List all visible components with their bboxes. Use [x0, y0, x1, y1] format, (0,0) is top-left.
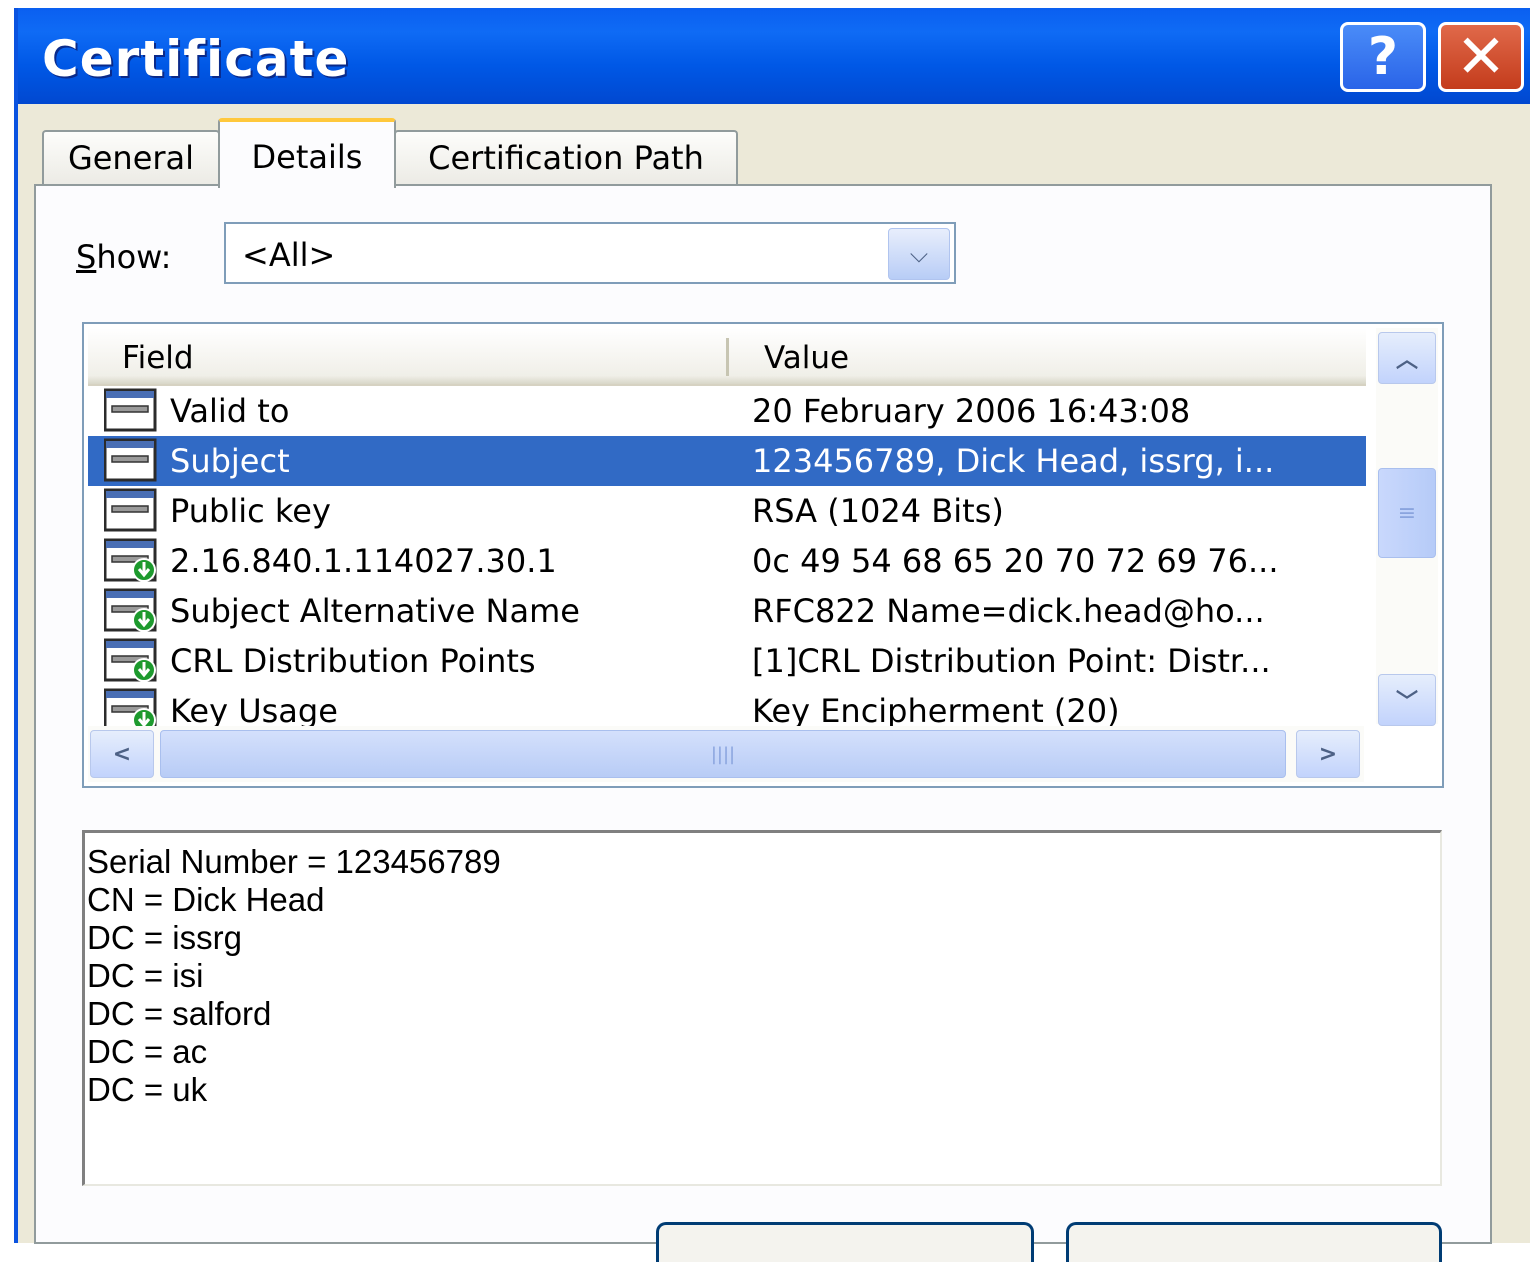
column-divider[interactable]	[726, 338, 729, 376]
field-name: CRL Distribution Points	[170, 642, 536, 680]
field-name: Key Usage	[170, 692, 338, 730]
field-value: [1]CRL Distribution Point: Distr...	[752, 642, 1271, 680]
show-dropdown-value: <All>	[242, 236, 336, 274]
detail-line: DC = isi	[87, 957, 204, 994]
list-item[interactable]: Subject 123456789, Dick Head, issrg, i...	[88, 436, 1366, 486]
horizontal-scroll-thumb[interactable]: ||||	[160, 730, 1286, 778]
field-name: 2.16.840.1.114027.30.1	[170, 542, 557, 580]
scroll-left-button[interactable]: <	[90, 730, 154, 778]
field-value: 123456789, Dick Head, issrg, i...	[752, 442, 1275, 480]
column-header-value[interactable]: Value	[764, 340, 849, 376]
field-name: Subject Alternative Name	[170, 592, 580, 630]
field-name: Valid to	[170, 392, 290, 430]
show-label-accesskey: S	[76, 238, 97, 276]
detail-line: DC = salford	[87, 995, 272, 1032]
help-icon: ?	[1367, 27, 1399, 87]
grip-icon: ≡	[1397, 500, 1417, 526]
dropdown-arrow-button[interactable]: ⌵	[888, 228, 950, 280]
column-header-field[interactable]: Field	[122, 340, 194, 376]
show-label: Show:	[76, 238, 171, 276]
listview-header: Field Value	[88, 328, 1366, 386]
certificate-extension-icon	[103, 588, 160, 632]
field-value: 0c 49 54 68 65 20 70 72 69 76...	[752, 542, 1279, 580]
fields-listview[interactable]: Field Value Valid to 20 February 2006 16:…	[82, 322, 1444, 788]
list-item[interactable]: Valid to 20 February 2006 16:43:08	[88, 386, 1366, 436]
list-item[interactable]: CRL Distribution Points [1]CRL Distributi…	[88, 636, 1366, 686]
scroll-down-button[interactable]: ﹀	[1378, 674, 1436, 726]
field-name: Public key	[170, 492, 331, 530]
tab-details[interactable]: Details	[218, 118, 396, 188]
detail-line: DC = uk	[87, 1071, 208, 1108]
show-label-text: how:	[96, 238, 172, 276]
list-item[interactable]: Subject Alternative Name RFC822 Name=dick…	[88, 586, 1366, 636]
chevron-right-icon: >	[1318, 741, 1338, 767]
certificate-field-icon	[103, 388, 160, 432]
tab-general[interactable]: General	[42, 130, 220, 184]
scroll-up-button[interactable]: ︿	[1378, 332, 1436, 384]
field-value: RSA (1024 Bits)	[752, 492, 1004, 530]
vertical-scrollbar[interactable]: ︿ ≡ ﹀	[1376, 328, 1438, 726]
close-icon: ✕	[1455, 22, 1507, 92]
field-name: Subject	[170, 442, 290, 480]
field-value: Key Encipherment (20)	[752, 692, 1120, 730]
chevron-left-icon: <	[112, 741, 132, 767]
certificate-field-icon	[103, 438, 160, 482]
tab-certification-path[interactable]: Certification Path	[394, 130, 738, 184]
copy-to-file-button[interactable]	[1066, 1222, 1442, 1262]
detail-line: CN = Dick Head	[87, 881, 325, 918]
detail-line: Serial Number = 123456789	[87, 843, 501, 880]
list-item[interactable]: 2.16.840.1.114027.30.1 0c 49 54 68 65 20 …	[88, 536, 1366, 586]
close-button[interactable]: ✕	[1438, 22, 1524, 92]
show-dropdown[interactable]: <All> ⌵	[224, 222, 956, 284]
field-value: 20 February 2006 16:43:08	[752, 392, 1191, 430]
chevron-up-icon: ︿	[1395, 348, 1418, 373]
vertical-scroll-thumb[interactable]: ≡	[1378, 468, 1436, 558]
help-button[interactable]: ?	[1340, 22, 1426, 92]
field-value: RFC822 Name=dick.head@ho...	[752, 592, 1265, 630]
chevron-down-icon: ﹀	[1395, 690, 1418, 715]
detail-line: DC = issrg	[87, 919, 242, 956]
scroll-right-button[interactable]: >	[1296, 730, 1360, 778]
detail-line: DC = ac	[87, 1033, 208, 1070]
certificate-extension-icon	[103, 638, 160, 682]
edit-properties-button[interactable]	[656, 1222, 1034, 1262]
horizontal-scrollbar[interactable]: < |||| >	[88, 726, 1364, 782]
title-bar[interactable]: Certificate ? ✕	[18, 8, 1530, 104]
certificate-extension-icon	[103, 538, 160, 582]
list-item[interactable]: Public key RSA (1024 Bits)	[88, 486, 1366, 536]
grip-icon: ||||	[710, 743, 736, 765]
chevron-down-icon: ⌵	[909, 240, 929, 268]
field-detail-textbox[interactable]: Serial Number = 123456789 CN = Dick Head…	[82, 830, 1442, 1186]
certificate-field-icon	[103, 488, 160, 532]
window-title: Certificate	[42, 30, 350, 88]
